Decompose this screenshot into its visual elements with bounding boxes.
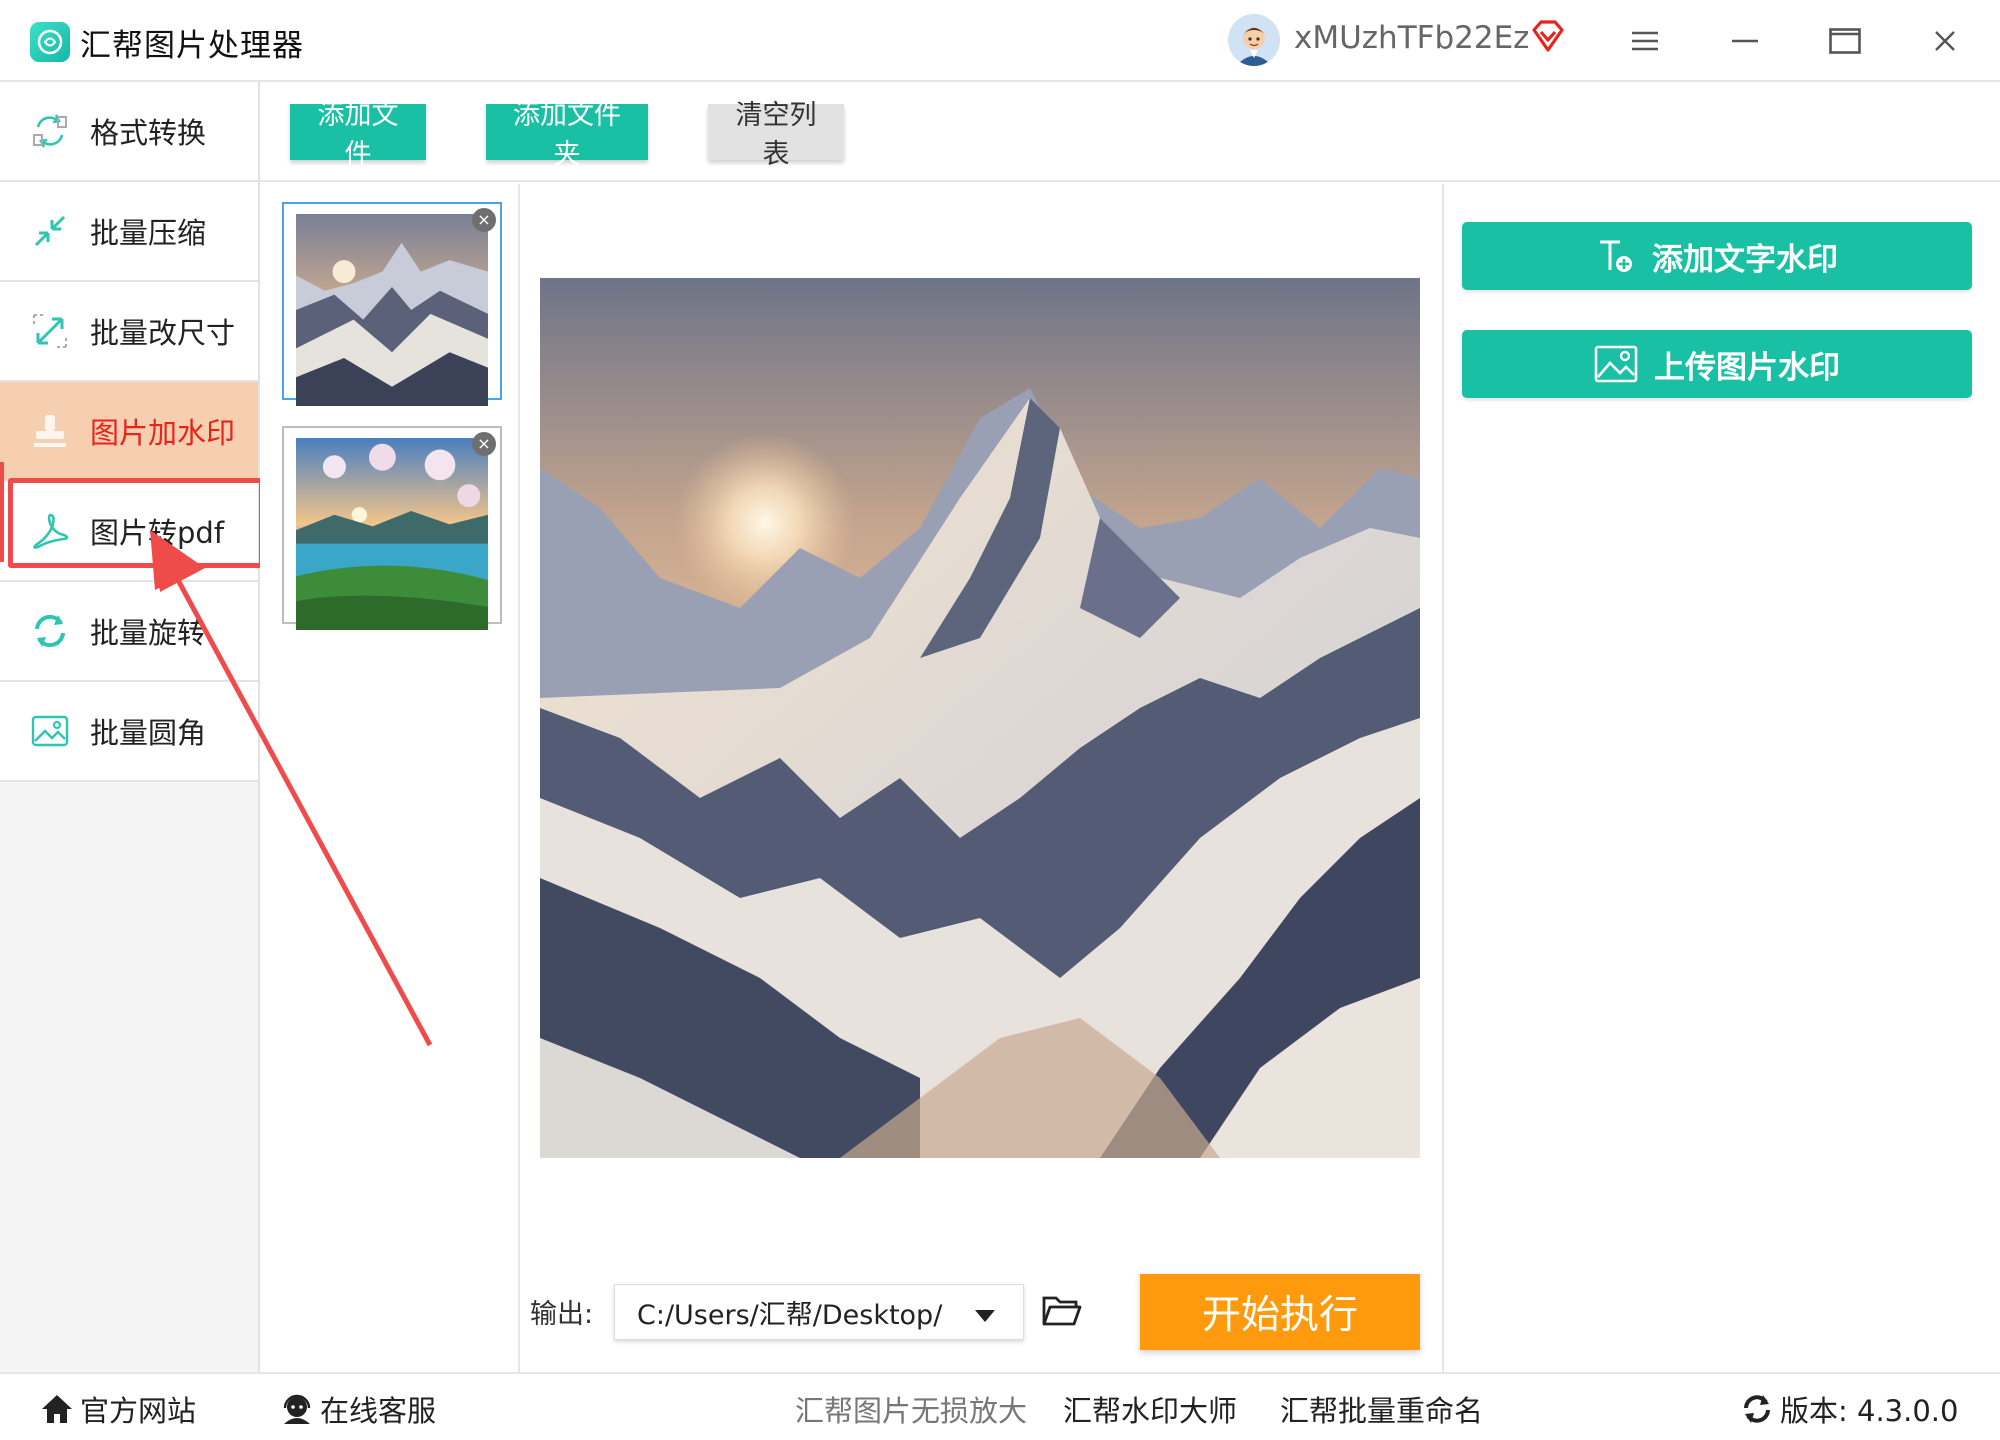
output-path-select[interactable]: C:/Users/汇帮/Desktop/: [614, 1284, 1024, 1340]
sidebar-item-to-pdf[interactable]: 图片转pdf: [0, 482, 258, 582]
app-logo-icon: [30, 22, 70, 62]
round-corner-icon: [28, 709, 72, 753]
refresh-icon: [1740, 1392, 1774, 1426]
remove-thumbnail-icon[interactable]: ×: [472, 432, 496, 456]
link-batch-rename[interactable]: 汇帮批量重命名: [1280, 1388, 1483, 1430]
compress-icon: [28, 209, 72, 253]
upload-image-watermark-button[interactable]: 上传图片水印: [1462, 330, 1972, 398]
sidebar-item-label: 图片加水印: [90, 416, 236, 450]
chevron-down-icon[interactable]: [975, 1307, 995, 1326]
sidebar-item-label: 图片转pdf: [90, 516, 225, 550]
app-title: 汇帮图片处理器: [80, 28, 304, 64]
status-bar: 官方网站 在线客服 汇帮图片无损放大 汇帮水印大师 汇帮批量重命名 版本: 4.…: [0, 1372, 2000, 1440]
link-lossless-upscale[interactable]: 汇帮图片无损放大: [795, 1388, 1027, 1430]
add-text-watermark-button[interactable]: 添加文字水印: [1462, 222, 1972, 290]
vip-diamond-icon[interactable]: [1530, 18, 1566, 58]
preview-panel: 输出: C:/Users/汇帮/Desktop/ 开始执行: [520, 184, 1442, 1372]
sidebar-item-label: 批量圆角: [90, 716, 207, 750]
output-label: 输出:: [530, 1299, 594, 1330]
resize-icon: [28, 309, 72, 353]
thumbnail-list: × ×: [260, 184, 520, 1372]
preview-image: [540, 278, 1420, 1158]
add-text-watermark-label: 添加文字水印: [1652, 241, 1838, 278]
add-folder-button[interactable]: 添加文件夹: [486, 100, 648, 170]
clear-list-button[interactable]: 清空列表: [708, 100, 844, 170]
version-label: 版本: 4.3.0.0: [1780, 1394, 1959, 1428]
sidebar-item-rotate[interactable]: 批量旋转: [0, 582, 258, 682]
format-convert-icon: [28, 109, 72, 153]
thumbnail-item[interactable]: ×: [282, 426, 502, 630]
username[interactable]: xMUzhTFb22Ez: [1294, 20, 1529, 56]
text-add-icon: [1596, 236, 1636, 276]
online-service-link[interactable]: 在线客服: [280, 1388, 436, 1430]
stamp-icon: [28, 409, 72, 453]
official-site-link[interactable]: 官方网站: [40, 1388, 196, 1430]
rotate-icon: [28, 609, 72, 653]
thumbnail-image-mountain: [296, 214, 488, 406]
sidebar-item-label: 批量旋转: [90, 616, 207, 650]
start-button[interactable]: 开始执行: [1140, 1274, 1420, 1350]
thumbnail-item[interactable]: ×: [282, 202, 502, 406]
sidebar-item-round-corner[interactable]: 批量圆角: [0, 682, 258, 782]
pdf-icon: [28, 509, 72, 553]
active-indicator: [0, 462, 4, 562]
close-icon[interactable]: [1920, 18, 1970, 64]
menu-icon[interactable]: [1620, 18, 1670, 64]
version-info[interactable]: 版本: 4.3.0.0: [1740, 1388, 1958, 1430]
sidebar-item-resize[interactable]: 批量改尺寸: [0, 282, 258, 382]
maximize-icon[interactable]: [1820, 18, 1870, 64]
online-service-label: 在线客服: [320, 1394, 437, 1428]
folder-open-icon[interactable]: [1042, 1294, 1082, 1332]
image-icon: [1594, 345, 1638, 383]
minimize-icon[interactable]: [1720, 18, 1770, 64]
toolbar: 添加文件 添加文件夹 清空列表: [260, 82, 2000, 182]
remove-thumbnail-icon[interactable]: ×: [472, 208, 496, 232]
title-bar: 汇帮图片处理器 xMUzhTFb22Ez: [0, 0, 2000, 82]
app-window: 汇帮图片处理器 xMUzhTFb22Ez 格式转换 批量压缩 批量改尺寸 图片加…: [0, 0, 2000, 1440]
sidebar-item-label: 格式转换: [90, 116, 207, 150]
sidebar-item-label: 批量改尺寸: [90, 316, 236, 350]
sidebar-item-watermark[interactable]: 图片加水印: [0, 382, 258, 482]
official-site-label: 官方网站: [80, 1394, 197, 1428]
sidebar-item-label: 批量压缩: [90, 216, 207, 250]
sidebar-item-format-convert[interactable]: 格式转换: [0, 82, 258, 182]
upload-image-watermark-label: 上传图片水印: [1654, 349, 1840, 386]
link-watermark-master[interactable]: 汇帮水印大师: [1063, 1388, 1237, 1430]
add-file-button[interactable]: 添加文件: [290, 100, 426, 170]
sidebar: 格式转换 批量压缩 批量改尺寸 图片加水印 图片转pdf 批量旋转 批量圆角: [0, 82, 264, 1372]
output-path-text: C:/Users/汇帮/Desktop/: [637, 1299, 943, 1331]
watermark-panel: 添加文字水印 上传图片水印: [1442, 184, 2000, 1372]
thumbnail-image-lake: [296, 438, 488, 630]
sidebar-item-compress[interactable]: 批量压缩: [0, 182, 258, 282]
customer-service-icon: [280, 1392, 314, 1426]
home-icon: [40, 1393, 74, 1425]
user-avatar[interactable]: [1228, 14, 1280, 66]
